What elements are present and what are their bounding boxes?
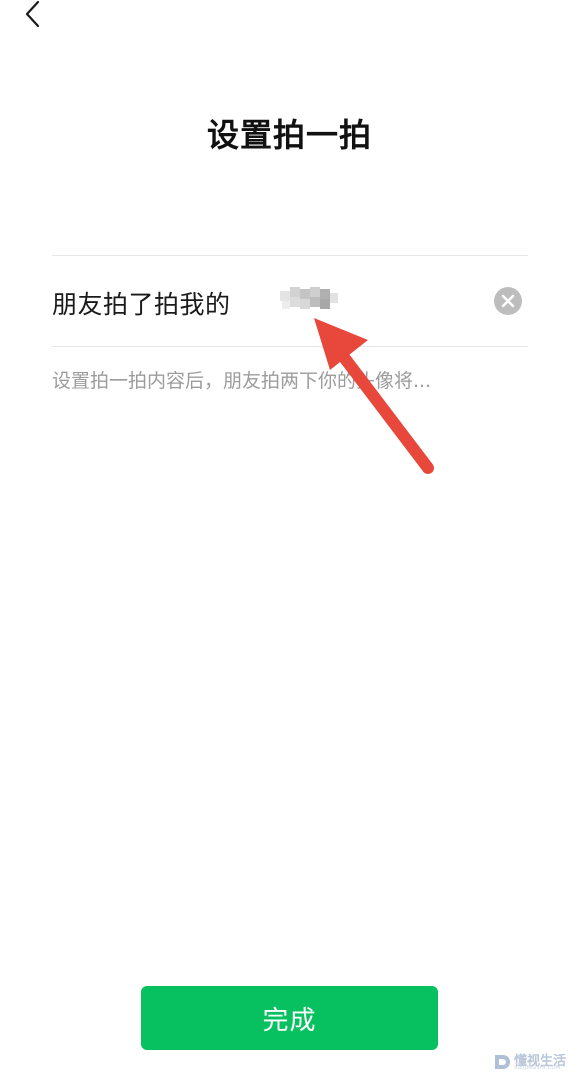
pat-suffix-input[interactable]: [278, 283, 340, 315]
done-button[interactable]: 完成: [141, 986, 438, 1050]
clear-circle-icon: [494, 287, 522, 315]
pat-text-field[interactable]: 朋友拍了拍我的: [52, 256, 528, 346]
watermark-logo-icon: [492, 1052, 512, 1072]
back-button[interactable]: [14, 0, 54, 34]
chevron-left-icon: [14, 0, 54, 34]
clear-button[interactable]: [494, 287, 522, 315]
watermark: 懂视生活 SIBIJINGSHI.COM: [492, 1050, 576, 1076]
hint-text: 设置拍一拍内容后，朋友拍两下你的头像将...: [52, 370, 432, 392]
watermark-text: 懂视生活: [514, 1054, 567, 1069]
watermark-subtext: SIBIJINGSHI.COM: [514, 1065, 561, 1071]
divider-bottom: [52, 346, 528, 347]
page-title: 设置拍一拍: [206, 116, 372, 154]
pat-prefix-label: 朋友拍了拍我的: [52, 290, 231, 319]
